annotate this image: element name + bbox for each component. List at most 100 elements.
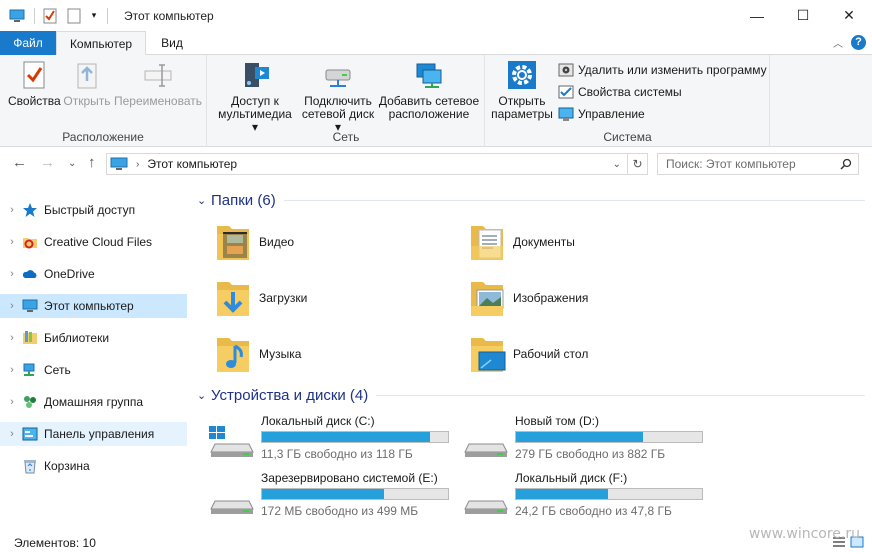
collapse-ribbon-icon[interactable]: ︿ xyxy=(833,35,843,50)
title-bar: ▾ Этот компьютер — ☐ ✕ xyxy=(0,0,872,31)
uninstall-icon xyxy=(558,63,574,77)
drive-usage-fill xyxy=(262,489,384,499)
manage-button[interactable]: Управление xyxy=(558,106,645,122)
ribbon: Свойства Открыть Переименовать Расположе… xyxy=(0,55,872,147)
expand-chevron-icon[interactable]: › xyxy=(2,236,22,248)
breadcrumb[interactable]: Этот компьютер xyxy=(147,157,237,171)
manage-icon xyxy=(558,107,574,121)
recent-locations-chevron-icon[interactable]: ⌄ xyxy=(68,158,76,169)
tab-computer[interactable]: Компьютер xyxy=(56,31,146,56)
search-input[interactable]: Поиск: Этот компьютер xyxy=(657,153,859,175)
desktop-folder-icon xyxy=(471,338,506,372)
expand-chevron-icon[interactable]: › xyxy=(2,332,22,344)
nav-item-this-pc[interactable]: › Этот компьютер xyxy=(0,294,187,318)
content-pane: ⌄ Папки (6) Видео Документы Загрузки Изо… xyxy=(197,186,867,531)
folder-label: Документы xyxy=(513,235,575,249)
uninstall-program-button[interactable]: Удалить или изменить программу xyxy=(558,62,767,78)
media-access-button[interactable]: Доступ к мультимедиа ▾ xyxy=(214,59,296,134)
nav-item-label: Быстрый доступ xyxy=(44,203,136,217)
drive-name: Локальный диск (C:) xyxy=(261,414,375,428)
folder-downloads[interactable]: Загрузки xyxy=(213,276,307,320)
section-header-folders[interactable]: ⌄ Папки (6) xyxy=(197,192,865,209)
folder-music[interactable]: Музыка xyxy=(213,332,301,376)
group-location: Свойства Открыть Переименовать Расположе… xyxy=(0,55,207,147)
nav-item-network[interactable]: › Сеть xyxy=(0,358,187,382)
breadcrumb-separator-icon[interactable]: › xyxy=(136,159,139,170)
nav-item-label: Этот компьютер xyxy=(44,299,134,313)
forward-arrow-icon[interactable]: → xyxy=(40,154,55,171)
add-network-location-button[interactable]: Добавить сетевое расположение xyxy=(378,59,480,121)
gear-icon xyxy=(508,61,536,89)
section-header-devices[interactable]: ⌄ Устройства и диски (4) xyxy=(197,387,865,404)
nav-item-recycle-bin[interactable]: Корзина xyxy=(0,454,187,478)
back-arrow-icon[interactable]: ← xyxy=(12,154,27,171)
group-label-system: Система xyxy=(603,130,652,144)
nav-item-homegroup[interactable]: › Домашняя группа xyxy=(0,390,187,414)
expand-chevron-icon[interactable]: › xyxy=(2,300,22,312)
folder-desktop[interactable]: Рабочий стол xyxy=(467,332,588,376)
expand-chevron-icon[interactable]: › xyxy=(2,428,22,440)
tab-file[interactable]: Файл xyxy=(0,31,56,55)
folder-video[interactable]: Видео xyxy=(213,220,294,264)
computer-icon xyxy=(110,157,128,170)
folder-pictures[interactable]: Изображения xyxy=(467,276,588,320)
address-bar[interactable]: › Этот компьютер ⌄ xyxy=(106,153,628,175)
toolbar-separator xyxy=(34,7,35,24)
nav-item-label: Корзина xyxy=(44,459,90,473)
folder-label: Музыка xyxy=(259,347,302,361)
new-folder-icon[interactable] xyxy=(65,7,83,25)
video-folder-icon xyxy=(217,226,249,260)
open-button[interactable]: Открыть xyxy=(62,59,112,108)
rename-icon xyxy=(144,64,172,87)
drive-e[interactable]: Зарезервировано системой (E:) 172 МБ сво… xyxy=(197,471,449,519)
drive-d[interactable]: Новый том (D:) 279 ГБ свободно из 882 ГБ xyxy=(451,414,703,462)
nav-item-quick-access[interactable]: › Быстрый доступ xyxy=(0,198,187,222)
customize-toolbar-icon[interactable]: ▾ xyxy=(89,7,99,25)
up-arrow-icon[interactable]: ↑ xyxy=(88,154,96,171)
help-icon[interactable]: ? xyxy=(851,35,866,50)
properties-button[interactable]: Свойства xyxy=(8,59,61,108)
network-drive-icon xyxy=(325,69,351,87)
folder-documents[interactable]: Документы xyxy=(467,220,575,264)
properties-icon[interactable] xyxy=(41,7,59,25)
documents-folder-icon xyxy=(471,226,503,260)
network-icon xyxy=(23,363,35,376)
nav-item-creative-cloud[interactable]: › Creative Cloud Files xyxy=(0,230,187,254)
drive-name: Зарезервировано системой (E:) xyxy=(261,471,438,485)
expand-chevron-icon[interactable]: › xyxy=(2,204,22,216)
control-panel-icon xyxy=(22,427,38,441)
drive-name: Новый том (D:) xyxy=(515,414,599,428)
nav-item-label: Домашняя группа xyxy=(44,395,144,409)
folder-label: Видео xyxy=(259,235,295,249)
tab-view[interactable]: Вид xyxy=(150,31,194,55)
map-network-drive-button[interactable]: Подключить сетевой диск ▾ xyxy=(300,59,376,134)
computer-icon[interactable] xyxy=(8,7,26,25)
expand-chevron-icon[interactable]: › xyxy=(2,364,22,376)
nav-item-onedrive[interactable]: › OneDrive xyxy=(0,262,187,286)
drive-usage-fill xyxy=(516,432,644,442)
ribbon-tabs: Файл Компьютер Вид ︿ ? xyxy=(0,31,872,56)
nav-item-libraries[interactable]: › Библиотеки xyxy=(0,326,187,350)
item-count: Элементов: 10 xyxy=(14,536,96,550)
group-network: Доступ к мультимедиа ▾ Подключить сетево… xyxy=(208,55,485,147)
drive-f[interactable]: Локальный диск (F:) 24,2 ГБ свободно из … xyxy=(451,471,703,519)
status-bar: Элементов: 10 xyxy=(0,532,872,554)
address-history-chevron-icon[interactable]: ⌄ xyxy=(613,159,621,170)
system-properties-button[interactable]: Свойства системы xyxy=(558,84,682,100)
drive-free-space: 24,2 ГБ свободно из 47,8 ГБ xyxy=(515,504,672,518)
expand-chevron-icon[interactable]: › xyxy=(2,396,22,408)
refresh-button[interactable]: ↻ xyxy=(628,153,648,175)
rename-button[interactable]: Переименовать xyxy=(114,59,202,108)
drive-c[interactable]: Локальный диск (C:) 11,3 ГБ свободно из … xyxy=(197,414,449,462)
window-controls: — ☐ ✕ xyxy=(734,0,872,31)
maximize-button[interactable]: ☐ xyxy=(780,0,826,31)
minimize-button[interactable]: — xyxy=(734,0,780,31)
section-divider xyxy=(283,200,865,201)
nav-item-control-panel[interactable]: › Панель управления xyxy=(0,422,187,446)
open-settings-button[interactable]: Открыть параметры xyxy=(490,59,554,121)
close-button[interactable]: ✕ xyxy=(826,0,872,31)
collapse-chevron-icon[interactable]: ⌄ xyxy=(197,389,211,402)
expand-chevron-icon[interactable]: › xyxy=(2,268,22,280)
hard-drive-icon xyxy=(464,500,508,514)
collapse-chevron-icon[interactable]: ⌄ xyxy=(197,194,211,207)
